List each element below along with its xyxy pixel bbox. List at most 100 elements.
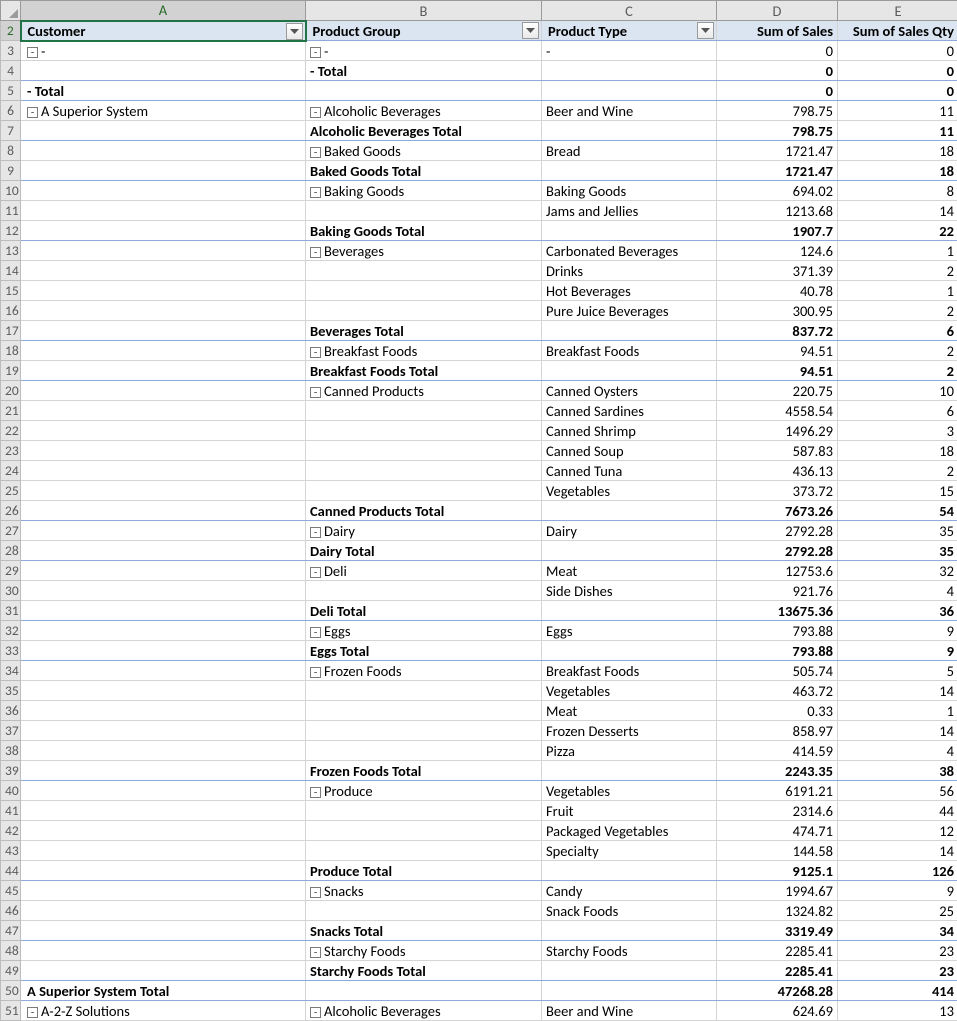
cell-sum-sales[interactable]: 2285.41	[717, 941, 838, 961]
col-header-d[interactable]: D	[717, 1, 838, 21]
cell-product-group[interactable]: -Starchy Foods	[306, 941, 542, 961]
cell-product-group[interactable]: Deli Total	[306, 601, 542, 621]
row-header[interactable]: 37	[1, 721, 21, 741]
cell-product-type[interactable]: Side Dishes	[542, 581, 717, 601]
row-header[interactable]: 9	[1, 161, 21, 181]
cell-customer[interactable]	[21, 521, 306, 541]
cell-customer[interactable]	[21, 141, 306, 161]
cell-product-type[interactable]	[542, 81, 717, 101]
cell-product-group[interactable]	[306, 581, 542, 601]
cell-sum-sales[interactable]: 474.71	[717, 821, 838, 841]
cell-sum-sales[interactable]: 694.02	[717, 181, 838, 201]
row-header[interactable]: 42	[1, 821, 21, 841]
cell-product-group[interactable]: -Produce	[306, 781, 542, 801]
cell-sum-sales[interactable]: 793.88	[717, 641, 838, 661]
cell-product-group[interactable]: -Deli	[306, 561, 542, 581]
cell-sum-qty[interactable]: 23	[838, 961, 957, 981]
cell-sum-sales[interactable]: 0	[717, 81, 838, 101]
cell-sum-sales[interactable]: 436.13	[717, 461, 838, 481]
cell-customer[interactable]: - Total	[21, 81, 306, 101]
cell-product-group[interactable]: -Snacks	[306, 881, 542, 901]
cell-product-type[interactable]	[542, 221, 717, 241]
cell-product-group[interactable]	[306, 441, 542, 461]
cell-customer[interactable]	[21, 281, 306, 301]
cell-sum-sales[interactable]: 921.76	[717, 581, 838, 601]
cell-product-group[interactable]: Snacks Total	[306, 921, 542, 941]
cell-product-type[interactable]: Canned Oysters	[542, 381, 717, 401]
row-header[interactable]: 5	[1, 81, 21, 101]
pivot-field-customer[interactable]: Customer	[21, 21, 306, 41]
cell-sum-qty[interactable]: 13	[838, 1001, 957, 1021]
cell-product-group[interactable]	[306, 481, 542, 501]
cell-product-type[interactable]: Breakfast Foods	[542, 661, 717, 681]
cell-product-type[interactable]	[542, 61, 717, 81]
cell-sum-qty[interactable]: 5	[838, 661, 957, 681]
cell-sum-qty[interactable]: 14	[838, 201, 957, 221]
cell-product-type[interactable]	[542, 921, 717, 941]
cell-sum-sales[interactable]: 300.95	[717, 301, 838, 321]
cell-sum-qty[interactable]: 2	[838, 461, 957, 481]
cell-product-type[interactable]: Canned Sardines	[542, 401, 717, 421]
cell-product-group[interactable]: - Total	[306, 61, 542, 81]
row-header[interactable]: 33	[1, 641, 21, 661]
cell-sum-sales[interactable]: 1721.47	[717, 161, 838, 181]
collapse-icon[interactable]: -	[310, 527, 321, 538]
cell-sum-qty[interactable]: 32	[838, 561, 957, 581]
collapse-icon[interactable]: -	[27, 107, 38, 118]
cell-product-group[interactable]: Alcoholic Beverages Total	[306, 121, 542, 141]
cell-sum-sales[interactable]: 373.72	[717, 481, 838, 501]
cell-sum-qty[interactable]: 23	[838, 941, 957, 961]
cell-sum-qty[interactable]: 54	[838, 501, 957, 521]
cell-customer[interactable]	[21, 241, 306, 261]
cell-customer[interactable]	[21, 681, 306, 701]
cell-sum-sales[interactable]: 0	[717, 61, 838, 81]
cell-customer[interactable]	[21, 161, 306, 181]
cell-sum-sales[interactable]: 144.58	[717, 841, 838, 861]
row-header[interactable]: 16	[1, 301, 21, 321]
collapse-icon[interactable]: -	[310, 947, 321, 958]
cell-customer[interactable]: --	[21, 41, 306, 61]
row-header[interactable]: 4	[1, 61, 21, 81]
row-header[interactable]: 12	[1, 221, 21, 241]
cell-product-group[interactable]: Dairy Total	[306, 541, 542, 561]
cell-customer[interactable]	[21, 841, 306, 861]
pivot-field-product-group[interactable]: Product Group	[306, 21, 542, 41]
cell-sum-qty[interactable]: 1	[838, 241, 957, 261]
cell-sum-sales[interactable]: 463.72	[717, 681, 838, 701]
cell-customer[interactable]: A Superior System Total	[21, 981, 306, 1001]
row-header[interactable]: 32	[1, 621, 21, 641]
cell-sum-qty[interactable]: 1	[838, 701, 957, 721]
cell-customer[interactable]	[21, 721, 306, 741]
cell-customer[interactable]	[21, 461, 306, 481]
pivot-value-sum-qty[interactable]: Sum of Sales Qty	[838, 21, 957, 41]
row-header[interactable]: 36	[1, 701, 21, 721]
row-header[interactable]: 2	[1, 21, 21, 41]
cell-product-group[interactable]: -Canned Products	[306, 381, 542, 401]
cell-product-group[interactable]: Starchy Foods Total	[306, 961, 542, 981]
cell-product-type[interactable]	[542, 321, 717, 341]
row-header[interactable]: 3	[1, 41, 21, 61]
cell-product-group[interactable]: -Dairy	[306, 521, 542, 541]
row-header[interactable]: 14	[1, 261, 21, 281]
cell-product-type[interactable]: Meat	[542, 701, 717, 721]
cell-product-type[interactable]: Snack Foods	[542, 901, 717, 921]
cell-product-type[interactable]	[542, 501, 717, 521]
cell-sum-sales[interactable]: 414.59	[717, 741, 838, 761]
cell-sum-qty[interactable]: 11	[838, 121, 957, 141]
pivot-field-product-type[interactable]: Product Type	[542, 21, 717, 41]
cell-sum-qty[interactable]: 0	[838, 61, 957, 81]
cell-product-type[interactable]: Vegetables	[542, 481, 717, 501]
cell-product-type[interactable]: Frozen Desserts	[542, 721, 717, 741]
cell-product-type[interactable]	[542, 961, 717, 981]
cell-sum-qty[interactable]: 11	[838, 101, 957, 121]
cell-sum-qty[interactable]: 18	[838, 161, 957, 181]
cell-sum-qty[interactable]: 35	[838, 521, 957, 541]
row-header[interactable]: 51	[1, 1001, 21, 1021]
row-header[interactable]: 46	[1, 901, 21, 921]
cell-product-group[interactable]: Frozen Foods Total	[306, 761, 542, 781]
cell-sum-qty[interactable]: 4	[838, 581, 957, 601]
cell-product-group[interactable]	[306, 81, 542, 101]
cell-customer[interactable]	[21, 861, 306, 881]
cell-sum-qty[interactable]: 126	[838, 861, 957, 881]
cell-customer[interactable]	[21, 601, 306, 621]
